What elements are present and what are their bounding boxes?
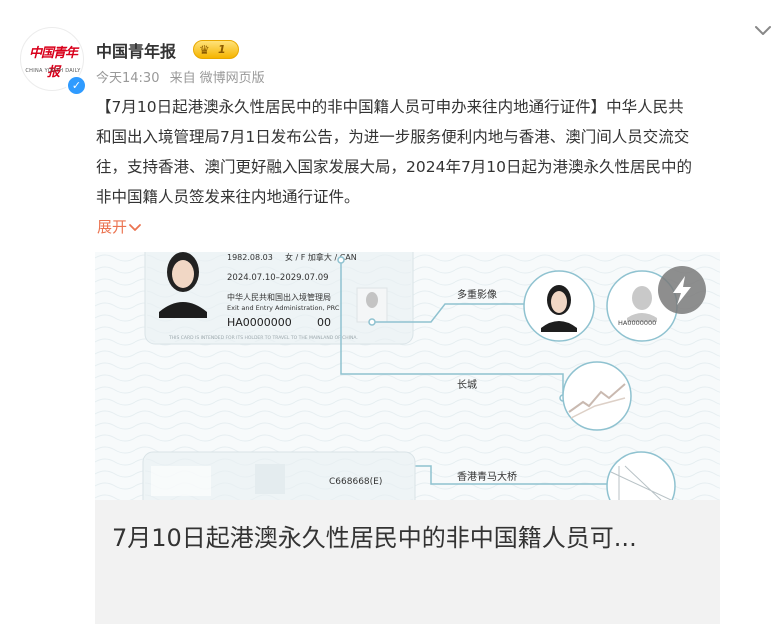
birth-date: 1982.08.03 — [227, 253, 273, 262]
authority-cn: 中华人民共和国出入境管理局 — [227, 292, 331, 302]
post-text-line: 【7月10日起港澳永久性居民中的非中国籍人员可申办来往内地通行证件】中华人民共 — [96, 98, 684, 116]
card-notice: THIS CARD IS INTENDED FOR ITS HOLDER TO … — [168, 335, 358, 341]
article-card[interactable]: 1982.08.03 女 / F 加拿大 / CAN 2024.07.10–20… — [95, 252, 720, 624]
vip-level: 1 — [218, 43, 226, 56]
post-text-line: 和国出入境管理局7月1日发布公告，为进一步服务便利内地与香港、澳门间人员交流交 — [96, 128, 690, 146]
chevron-down-icon[interactable] — [748, 18, 778, 42]
id-card-illustration: 1982.08.03 女 / F 加拿大 / CAN 2024.07.10–20… — [95, 252, 720, 500]
chevron-down-icon — [129, 223, 141, 231]
label-bridge: 香港青马大桥 — [457, 470, 517, 483]
card-image: 1982.08.03 女 / F 加拿大 / CAN 2024.07.10–20… — [95, 252, 720, 500]
post-text: 【7月10日起港澳永久性居民中的非中国籍人员可申办来往内地通行证件】中华人民共 … — [96, 92, 764, 212]
post-text-line: 往，支持香港、澳门更好融入国家发展大局，2024年7月10日起为港澳永久性居民中… — [96, 158, 693, 176]
crown-icon: ♛ — [199, 43, 210, 57]
validity: 2024.07.10–2029.07.09 — [227, 273, 329, 283]
post-text-line: 非中国籍人员签发来往内地通行证件。 — [96, 188, 360, 206]
label-great-wall: 长城 — [457, 379, 477, 391]
source-prefix: 来自 — [169, 71, 196, 86]
post-meta: 今天14:30 来自 微博网页版 — [96, 67, 271, 86]
card-number: HA0000000 — [227, 316, 292, 329]
label-multi-image: 多重影像 — [457, 288, 497, 301]
verified-badge-icon: ✓ — [66, 75, 87, 96]
authority-en: Exit and Entry Administration, PRC — [227, 304, 340, 312]
lightning-icon[interactable] — [658, 266, 706, 314]
small-card-number: HA0000000 — [618, 319, 656, 327]
vip-badge[interactable]: ♛ 1 — [193, 40, 239, 59]
avatar-logo-subtext: CHINA YOUTH DAILY — [25, 68, 81, 74]
card-title[interactable]: 7月10日起港澳永久性居民中的非中国籍人员可... — [112, 520, 692, 557]
sex-nationality: 女 / F 加拿大 / CAN — [285, 252, 357, 262]
serial-number: 00 — [317, 316, 331, 329]
expand-link[interactable]: 展开 — [97, 216, 142, 237]
expand-label: 展开 — [97, 218, 128, 236]
username[interactable]: 中国青年报 — [96, 38, 176, 62]
back-card-number: C668668(E) — [329, 477, 382, 487]
post-source: 微博网页版 — [199, 71, 265, 86]
post-time[interactable]: 今天14:30 — [96, 71, 159, 86]
avatar-logo-text: 中国青年报 — [28, 46, 78, 80]
